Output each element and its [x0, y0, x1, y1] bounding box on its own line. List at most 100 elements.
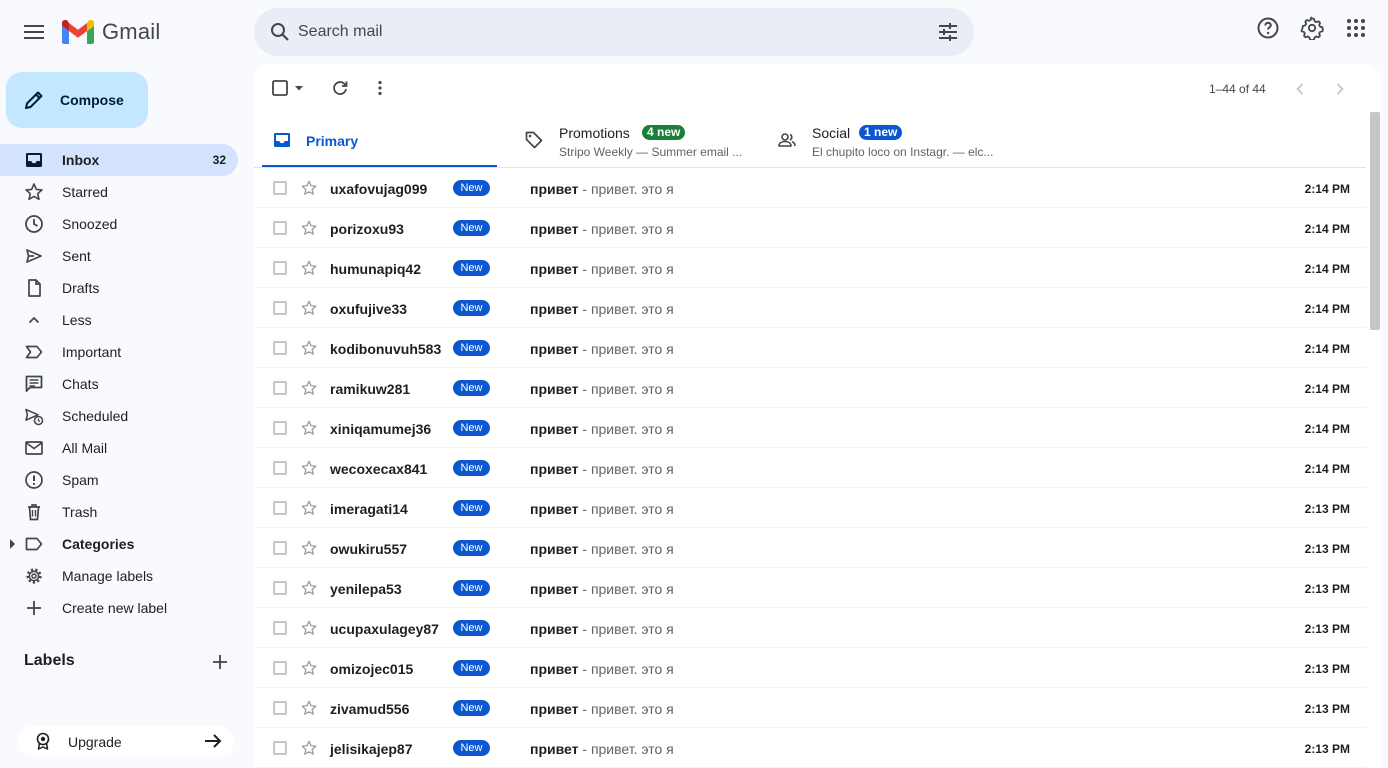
expand-caret-icon[interactable] — [10, 539, 15, 549]
row-checkbox[interactable] — [273, 541, 287, 555]
help-icon[interactable] — [1256, 16, 1280, 40]
chevron-left-icon[interactable] — [1291, 80, 1309, 98]
add-label-plus-icon[interactable] — [208, 650, 232, 674]
row-checkbox[interactable] — [273, 461, 287, 475]
email-row[interactable]: imeragati14 New привет - привет. это я 2:13… — [254, 488, 1366, 528]
mail-list-panel: 1–44 of 44 Primary Promotions 4 new Stri… — [254, 64, 1381, 768]
app-name: Gmail — [102, 19, 161, 44]
compose-button[interactable]: Compose — [6, 72, 148, 128]
select-dropdown-icon[interactable] — [294, 84, 304, 92]
new-badge: New — [453, 180, 490, 196]
sidebar-item-chats[interactable]: Chats — [0, 368, 238, 400]
new-badge: New — [453, 740, 490, 756]
row-checkbox[interactable] — [273, 341, 287, 355]
row-checkbox[interactable] — [273, 741, 287, 755]
star-icon[interactable] — [300, 739, 318, 757]
star-icon[interactable] — [300, 539, 318, 557]
sidebar-item-create-label[interactable]: Create new label — [0, 592, 238, 624]
star-icon[interactable] — [300, 619, 318, 637]
star-icon[interactable] — [300, 259, 318, 277]
row-checkbox[interactable] — [273, 621, 287, 635]
sidebar-item-important[interactable]: Important — [0, 336, 238, 368]
sidebar-nav: Inbox 32 Starred Snoozed Sent Drafts Les… — [0, 144, 238, 624]
email-row[interactable]: wecoxecax841 New привет - привет. это я 2:1… — [254, 448, 1366, 488]
email-row[interactable]: yenilepa53 New привет - привет. это я 2:13 … — [254, 568, 1366, 608]
email-row[interactable]: ucupaxulagey87 New привет - привет. это я 2… — [254, 608, 1366, 648]
row-checkbox[interactable] — [273, 421, 287, 435]
gmail-logo[interactable]: Gmail — [62, 18, 160, 46]
email-sender: wecoxecax841 — [330, 461, 428, 477]
email-row[interactable]: zivamud556 New привет - привет. это я 2:13 … — [254, 688, 1366, 728]
email-snippet: - привет. это я — [578, 661, 674, 677]
row-checkbox[interactable] — [273, 261, 287, 275]
pagination-text: 1–44 of 44 — [1209, 82, 1266, 96]
email-row[interactable]: kodibonuvuh583 New привет - привет. это я 2… — [254, 328, 1366, 368]
star-icon[interactable] — [300, 459, 318, 477]
row-checkbox[interactable] — [273, 181, 287, 195]
sidebar-item-all-mail[interactable]: All Mail — [0, 432, 238, 464]
row-checkbox[interactable] — [273, 661, 287, 675]
email-row[interactable]: omizojec015 New привет - привет. это я 2:13… — [254, 648, 1366, 688]
email-subject-line: привет - привет. это я — [530, 701, 674, 717]
star-icon[interactable] — [300, 499, 318, 517]
tab-promotions[interactable]: Promotions 4 new Stripo Weekly — Summer … — [522, 112, 762, 168]
search-input[interactable] — [298, 16, 918, 48]
sidebar-item-sent[interactable]: Sent — [0, 240, 238, 272]
sidebar-item-drafts[interactable]: Drafts — [0, 272, 238, 304]
sidebar-item-manage-labels[interactable]: Manage labels — [0, 560, 238, 592]
star-icon[interactable] — [300, 419, 318, 437]
row-checkbox[interactable] — [273, 381, 287, 395]
new-badge: New — [453, 220, 490, 236]
tab-social[interactable]: Social 1 new El chupito loco on Instagr.… — [775, 112, 1025, 168]
email-subject: привет — [530, 541, 579, 557]
search-options-icon[interactable] — [936, 20, 960, 44]
star-icon[interactable] — [300, 659, 318, 677]
sidebar-item-less[interactable]: Less — [0, 304, 238, 336]
new-badge: New — [453, 700, 490, 716]
row-checkbox[interactable] — [273, 221, 287, 235]
sidebar-item-scheduled[interactable]: Scheduled — [0, 400, 238, 432]
row-checkbox[interactable] — [273, 701, 287, 715]
star-icon[interactable] — [300, 339, 318, 357]
email-row[interactable]: humunapiq42 New привет - привет. это я 2:14… — [254, 248, 1366, 288]
chevron-right-icon[interactable] — [1331, 80, 1349, 98]
star-icon[interactable] — [300, 219, 318, 237]
row-checkbox[interactable] — [273, 301, 287, 315]
email-row[interactable]: owukiru557 New привет - привет. это я 2:13 … — [254, 528, 1366, 568]
tab-primary[interactable]: Primary — [262, 112, 497, 168]
email-row[interactable]: uxafovujag099 New привет - привет. это я 2:… — [254, 168, 1366, 208]
main-menu-button[interactable] — [14, 12, 54, 52]
more-options-icon[interactable] — [371, 79, 389, 97]
gear-icon[interactable] — [1300, 16, 1324, 40]
select-all-checkbox[interactable] — [272, 80, 288, 96]
new-badge: New — [453, 500, 490, 516]
refresh-icon[interactable] — [331, 79, 349, 97]
email-row[interactable]: ramikuw281 New привет - привет. это я 2:14 … — [254, 368, 1366, 408]
row-checkbox[interactable] — [273, 581, 287, 595]
email-row[interactable]: xiniqamumej36 New привет - привет. это я 2:… — [254, 408, 1366, 448]
star-icon[interactable] — [300, 579, 318, 597]
apps-grid-icon[interactable] — [1344, 16, 1368, 40]
new-badge: New — [453, 260, 490, 276]
row-checkbox[interactable] — [273, 501, 287, 515]
sidebar-item-categories[interactable]: Categories — [0, 528, 238, 560]
sidebar-item-starred[interactable]: Starred — [0, 176, 238, 208]
email-subject: привет — [530, 261, 579, 277]
star-icon[interactable] — [300, 179, 318, 197]
clock-icon — [25, 215, 43, 233]
star-icon — [25, 183, 43, 201]
star-icon[interactable] — [300, 699, 318, 717]
star-icon[interactable] — [300, 299, 318, 317]
email-row[interactable]: jelisikajep87 New привет - привет. это я 2:… — [254, 728, 1366, 768]
sidebar-item-snoozed[interactable]: Snoozed — [0, 208, 238, 240]
scrollbar-thumb[interactable] — [1370, 112, 1380, 330]
search-icon[interactable] — [264, 16, 296, 48]
email-row[interactable]: oxufujive33 New привет - привет. это я 2:14… — [254, 288, 1366, 328]
email-row[interactable]: porizoxu93 New привет - привет. это я 2:14 … — [254, 208, 1366, 248]
upgrade-button[interactable]: Upgrade — [18, 726, 234, 756]
sidebar-item-spam[interactable]: Spam — [0, 464, 238, 496]
sidebar-item-trash[interactable]: Trash — [0, 496, 238, 528]
star-icon[interactable] — [300, 379, 318, 397]
sidebar-item-inbox[interactable]: Inbox 32 — [0, 144, 238, 176]
sidebar-item-label: Spam — [62, 472, 99, 488]
